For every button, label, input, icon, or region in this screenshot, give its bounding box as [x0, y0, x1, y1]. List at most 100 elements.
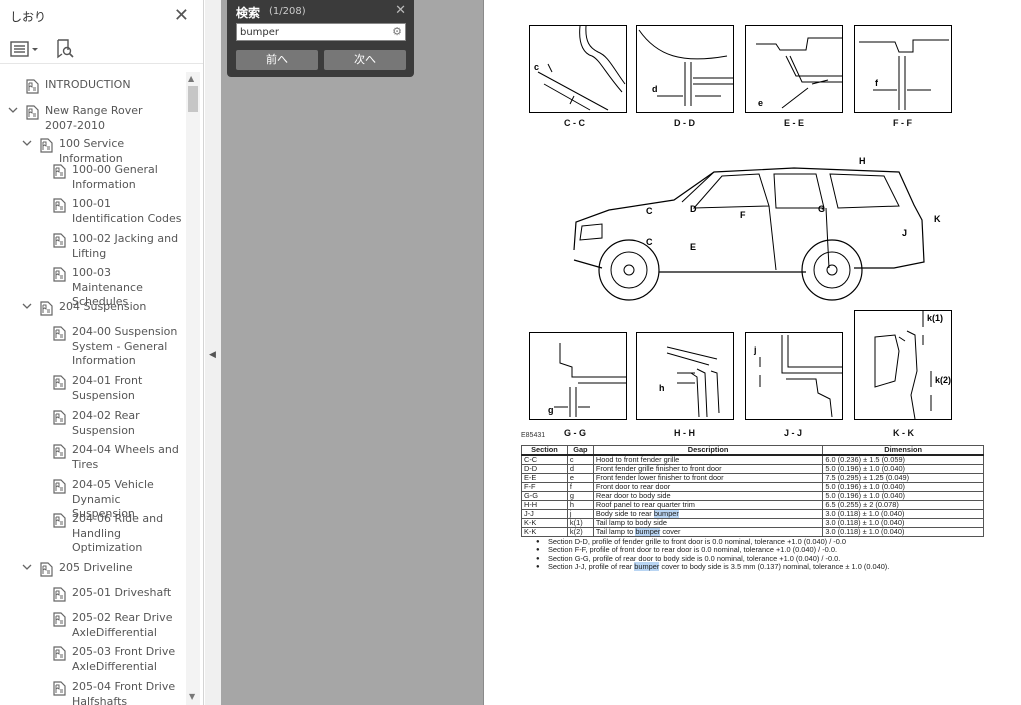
- section-cell: C-C: [521, 454, 568, 465]
- bookmark-label: 204-00 Suspension System - General Infor…: [72, 325, 178, 367]
- section-cell: J-J: [521, 509, 568, 519]
- table-row: G-G g Rear door to body side 5.0 (0.196) ± …: [521, 491, 984, 501]
- bookmark-icon: [53, 646, 66, 661]
- note-text: cover to body side is 3.5 mm (0.137) nom…: [659, 561, 890, 571]
- panel-splitter[interactable]: ◀: [205, 0, 221, 705]
- gap-cell: d: [566, 464, 594, 474]
- car-label-h: H: [859, 156, 866, 166]
- caption-cc: C - C: [564, 118, 585, 128]
- find-bookmark-icon[interactable]: [56, 39, 74, 59]
- section-drawing: h: [659, 346, 720, 418]
- section-diagram-k: k(1) k(2): [854, 310, 952, 420]
- chevron-down-icon[interactable]: [22, 562, 32, 572]
- scroll-up-icon[interactable]: ▲: [188, 74, 194, 83]
- scroll-down-icon[interactable]: ▼: [189, 692, 195, 701]
- section-drawing: k(1) k(2): [874, 311, 951, 420]
- bookmarks-scrollbar[interactable]: ▲ ▼: [186, 72, 200, 705]
- bookmark-label: 100-02 Jacking and Lifting: [72, 232, 179, 260]
- section-cell: K-K: [521, 527, 568, 537]
- previous-result-button[interactable]: 前へ: [236, 50, 318, 70]
- chevron-down-icon[interactable]: [8, 105, 18, 115]
- chevron-down-icon[interactable]: [22, 301, 32, 311]
- description-text: Body side to rear: [595, 509, 654, 518]
- dimension-cell: 7.5 (0.295) ± 1.25 (0.049): [822, 473, 984, 483]
- bookmark-icon: [53, 233, 66, 248]
- car-label-k: K: [934, 214, 941, 224]
- close-icon[interactable]: ✕: [174, 6, 189, 26]
- collapse-panel-icon[interactable]: ◀: [209, 350, 216, 360]
- bookmark-icon: [26, 79, 39, 94]
- caption-gg: G - G: [564, 428, 586, 438]
- description-cell: Roof panel to rear quarter trim: [592, 500, 824, 510]
- bookmarks-header: しおり ✕: [0, 0, 203, 34]
- bookmark-label: 205 Driveline: [59, 561, 133, 574]
- bookmark-tree: INTRODUCTION New Range Rover 2007-2010 100…: [0, 72, 186, 705]
- figure-id: E85431: [521, 432, 546, 439]
- dimension-cell: 3.0 (0.118) ± 1.0 (0.040): [822, 509, 984, 519]
- bookmark-label: New Range Rover 2007-2010: [45, 104, 143, 132]
- bookmark-label: 204-01 Front Suspension: [72, 374, 143, 402]
- description-cell: Rear door to body side: [592, 491, 824, 501]
- search-input[interactable]: [240, 25, 385, 39]
- table-header-row: Section Gap Description Dimension: [521, 445, 984, 456]
- section-drawing: c: [534, 25, 626, 111]
- table-row: E-E e Front fender lower finisher to front…: [521, 473, 984, 483]
- table-body: C-C c Hood to front fender grille 6.0 (0.23…: [521, 454, 984, 537]
- column-header: Description: [592, 445, 824, 456]
- section-cell: F-F: [521, 482, 568, 492]
- description-cell: Front fender lower finisher to front doo…: [592, 473, 824, 483]
- next-result-button[interactable]: 次へ: [324, 50, 406, 70]
- bookmark-label: 204-04 Wheels and Tires: [72, 443, 179, 471]
- section-diagram-f: f: [854, 25, 952, 113]
- gap-cell: c: [566, 454, 594, 465]
- chevron-down-icon[interactable]: [22, 138, 32, 148]
- description-text: Roof panel to rear quarter trim: [595, 500, 695, 509]
- description-text: Rear door to body side: [595, 491, 671, 500]
- search-highlight: bumper: [653, 509, 679, 518]
- options-menu-icon[interactable]: [10, 40, 42, 58]
- section-cell: H-H: [521, 500, 568, 510]
- scroll-thumb[interactable]: [188, 86, 198, 112]
- section-diagram-d: d: [636, 25, 734, 113]
- note-text: Section J-J, profile of rear: [548, 561, 635, 571]
- close-icon[interactable]: ✕: [395, 3, 406, 18]
- search-result-count: (1/208): [269, 6, 306, 17]
- bookmark-label: 100-01 Identification Codes: [72, 197, 182, 225]
- section-drawing: f: [859, 39, 949, 110]
- bookmark-label: 205-03 Front Drive AxleDifferential: [72, 645, 176, 673]
- vehicle-side-view-drawing: C C D E F G H J K: [573, 156, 941, 301]
- column-header: Section: [521, 445, 568, 456]
- search-highlight: bumper: [634, 561, 660, 571]
- description-cell: Body side to rear bumper: [592, 509, 824, 519]
- section-drawing: e: [756, 37, 842, 109]
- gear-icon[interactable]: ⚙: [392, 25, 402, 39]
- section-diagram-h: h: [636, 332, 734, 420]
- section-diagram-j: j: [745, 332, 843, 420]
- gap-specification-table: Section Gap Description Dimension C-C c Ho…: [521, 445, 984, 537]
- dimension-cell: 6.5 (0.255) ± 2 (0.078): [822, 500, 984, 510]
- bookmark-icon: [53, 479, 66, 494]
- gap-cell: h: [566, 500, 594, 510]
- column-header: Dimension: [822, 445, 984, 456]
- table-row: F-F f Front door to rear door 5.0 (0.196) ±…: [521, 482, 984, 492]
- table-row: K-K k(2) Tail lamp to bumper cover 3.0 (0.1…: [521, 527, 984, 537]
- description-text: Hood to front fender grille: [595, 455, 680, 464]
- caption-kk: K - K: [893, 428, 914, 438]
- bookmark-label: 205-01 Driveshaft: [72, 586, 172, 599]
- section-drawing: j: [753, 335, 842, 418]
- bookmark-label: 204-02 Rear Suspension: [72, 409, 140, 437]
- section-diagram-e: e: [745, 25, 843, 113]
- bookmark-icon: [53, 198, 66, 213]
- gap-label-h: h: [659, 383, 665, 393]
- bookmark-icon: [40, 562, 53, 577]
- bookmark-icon: [53, 164, 66, 179]
- caption-ee: E - E: [784, 118, 805, 128]
- search-panel: 検索 (1/208) ✕ ⚙ 前へ 次へ: [227, 0, 414, 77]
- gap-label-d: d: [652, 84, 658, 94]
- gap-label-k1: k(1): [927, 313, 943, 323]
- search-highlight: bumper: [635, 527, 661, 536]
- table-row: J-J j Body side to rear bumper 3.0 (0.118) …: [521, 509, 984, 519]
- section-cell: E-E: [521, 473, 568, 483]
- bookmark-icon: [53, 267, 66, 282]
- gap-cell: j: [566, 509, 594, 519]
